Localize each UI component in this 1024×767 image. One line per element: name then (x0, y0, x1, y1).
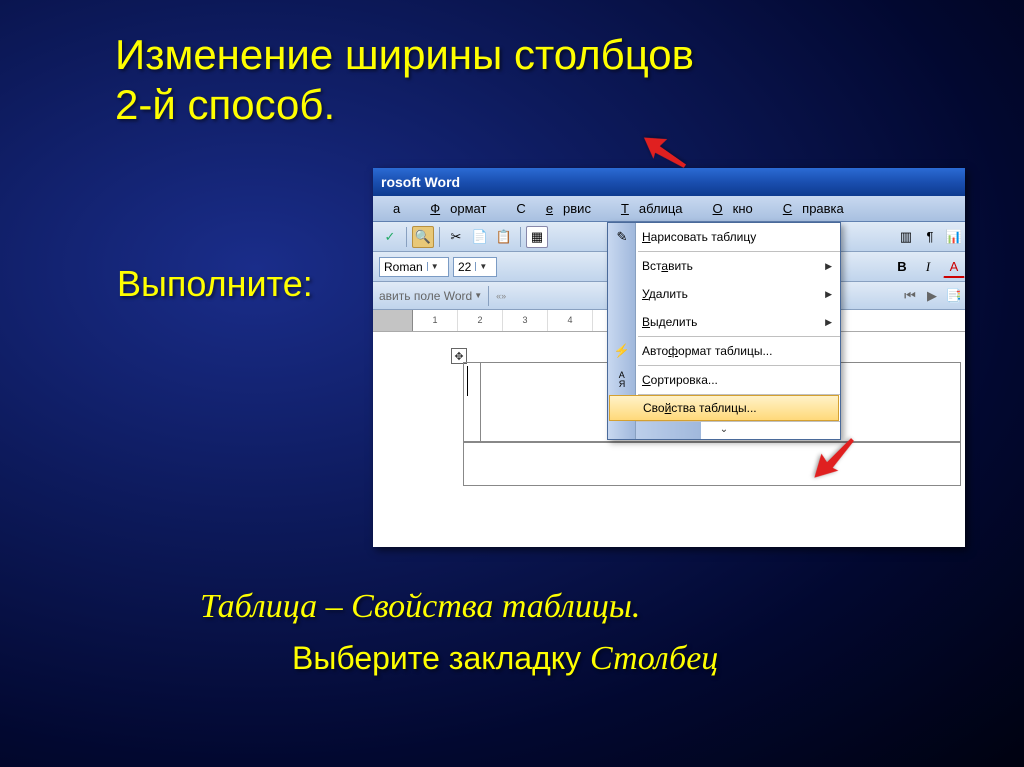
cut-icon[interactable]: ✂ (445, 226, 467, 248)
menu-item-format[interactable]: Формат (410, 201, 496, 216)
menu-sort[interactable]: AЯ Сортировка... (608, 366, 840, 394)
slide-subtitle: Выполните: (117, 263, 313, 305)
abc-check-icon[interactable]: ✓ (379, 226, 401, 248)
menu-item-table[interactable]: Таблица (601, 201, 693, 216)
ruler-tick: 1 (413, 310, 458, 331)
autoformat-icon: ⚡ (612, 341, 632, 361)
submenu-arrow-icon: ▶ (825, 317, 832, 328)
menu-insert[interactable]: Вставить ▶ (608, 252, 840, 280)
text-cursor (467, 366, 468, 396)
menu-item-partial[interactable]: а (383, 201, 410, 216)
word-screenshot: rosoft Word а Формат Сервис Таблица Окно… (373, 168, 965, 547)
font-color-icon[interactable]: A (943, 256, 965, 278)
table-icon[interactable]: ▦ (526, 226, 548, 248)
word-menubar: а Формат Сервис Таблица Окно Справка (373, 196, 965, 222)
show-marks-icon[interactable]: ¶ (919, 226, 941, 248)
menu-item-help[interactable]: Справка (763, 201, 854, 216)
word-titlebar: rosoft Word (373, 168, 965, 196)
expand-menu-icon[interactable]: ⌄ (608, 421, 840, 439)
chart-icon[interactable]: 📊 (943, 226, 965, 248)
menu-item-service[interactable]: Сервис (496, 201, 601, 216)
slide-title: Изменение ширины столбцов 2-й способ. (0, 0, 1024, 131)
paste-icon[interactable]: 📋 (493, 226, 515, 248)
sort-icon: AЯ (612, 370, 632, 390)
merge-field-button[interactable]: авить поле Word (379, 289, 472, 303)
instruction-text-2: Выберите закладку Столбец (292, 640, 718, 678)
menu-autoformat[interactable]: ⚡ Автоформат таблицы... (608, 337, 840, 365)
columns-icon[interactable]: ▥ (895, 226, 917, 248)
submenu-arrow-icon: ▶ (825, 261, 832, 272)
ruler-tick: 4 (548, 310, 593, 331)
abc-label: «» (496, 291, 506, 301)
merge-to-doc-icon[interactable]: 📑 (943, 285, 965, 307)
italic-icon[interactable]: I (917, 256, 939, 278)
ruler-tick: 3 (503, 310, 548, 331)
font-name-combo[interactable]: Roman▼ (379, 257, 449, 277)
font-size-combo[interactable]: 22▼ (453, 257, 497, 277)
ruler-tick: 2 (458, 310, 503, 331)
submenu-arrow-icon: ▶ (825, 289, 832, 300)
bold-icon[interactable]: B (891, 256, 913, 278)
table-dropdown-menu: ✎ Нарисовать таблицу Вставить ▶ Удалить … (607, 222, 841, 440)
pencil-icon: ✎ (612, 227, 632, 247)
first-record-icon[interactable]: ⏮ (899, 285, 921, 307)
menu-delete[interactable]: Удалить ▶ (608, 280, 840, 308)
menu-item-window[interactable]: Окно (693, 201, 763, 216)
menu-table-properties[interactable]: Свойства таблицы... (609, 395, 839, 421)
next-record-icon[interactable]: ▶ (921, 285, 943, 307)
menu-draw-table[interactable]: ✎ Нарисовать таблицу (608, 223, 840, 251)
research-icon[interactable]: 🔍 (412, 226, 434, 248)
copy-icon[interactable]: 📄 (469, 226, 491, 248)
instruction-text: Таблица – Свойства таблицы. (200, 588, 640, 626)
menu-select[interactable]: Выделить ▶ (608, 308, 840, 336)
